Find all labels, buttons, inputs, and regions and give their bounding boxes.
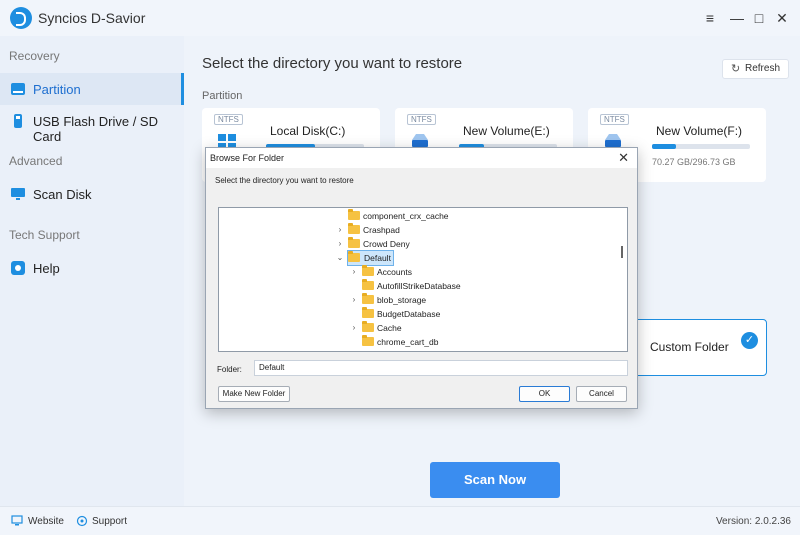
- disk-name: Local Disk(C:): [270, 124, 346, 138]
- partition-section-label: Partition: [202, 90, 243, 102]
- sidebar-heading-recovery: Recovery: [9, 49, 60, 63]
- tree-item-label: blob_storage: [377, 295, 427, 305]
- disk-name: New Volume(F:): [656, 124, 743, 138]
- chevron-right-icon[interactable]: ›: [349, 265, 359, 279]
- app-title: Syncios D-Savior: [38, 10, 146, 26]
- tree-item-label: Cache: [377, 323, 402, 333]
- ok-button[interactable]: OK: [519, 386, 570, 402]
- sidebar-item-label: Scan Disk: [33, 187, 92, 202]
- folder-tree[interactable]: component_crx_cache › Crashpad › Crowd D…: [218, 207, 628, 352]
- disk-name: New Volume(E:): [463, 124, 550, 138]
- tree-item-label: chrome_cart_db: [377, 337, 439, 347]
- chevron-right-icon[interactable]: ›: [335, 223, 345, 237]
- chevron-right-icon[interactable]: ›: [349, 321, 359, 335]
- scan-now-button[interactable]: Scan Now: [430, 462, 560, 498]
- website-link[interactable]: Website: [28, 516, 64, 527]
- support-link[interactable]: Support: [92, 516, 127, 527]
- folder-icon: [362, 265, 374, 276]
- folder-field-label: Folder:: [217, 365, 242, 374]
- dialog-description: Select the directory you want to restore: [215, 176, 354, 185]
- refresh-button[interactable]: Refresh: [721, 59, 789, 79]
- sidebar: Recovery Partition USB Flash Drive / SD …: [0, 36, 184, 506]
- folder-icon: [362, 307, 374, 318]
- sidebar-heading-advanced: Advanced: [9, 154, 63, 168]
- sidebar-item-label: Partition: [33, 82, 81, 97]
- sidebar-item-help[interactable]: Help: [0, 252, 184, 284]
- menu-icon[interactable]: ≡: [701, 9, 719, 27]
- partition-icon: [11, 83, 25, 95]
- sidebar-item-label: Help: [33, 261, 60, 276]
- cancel-button[interactable]: Cancel: [576, 386, 627, 402]
- tree-scrollbar-thumb[interactable]: [621, 246, 623, 258]
- folder-field[interactable]: Default: [254, 360, 628, 376]
- close-button[interactable]: ✕: [773, 9, 791, 27]
- tree-item-label: AutofillStrikeDatabase: [377, 281, 461, 291]
- sidebar-item-partition[interactable]: Partition: [0, 73, 184, 105]
- tree-item-label: component_crx_cache: [363, 211, 449, 221]
- status-bar: Website Support Version: 2.0.2.36: [0, 506, 800, 535]
- usb-icon: [14, 114, 22, 128]
- fs-badge: NTFS: [600, 114, 629, 125]
- dialog-close-icon[interactable]: ✕: [618, 150, 629, 166]
- folder-icon: [362, 335, 374, 346]
- chevron-right-icon[interactable]: ›: [335, 237, 345, 251]
- folder-icon: [348, 223, 360, 234]
- sidebar-item-label: USB Flash Drive / SD Card: [33, 114, 158, 144]
- title-bar: Syncios D-Savior ≡ — □ ✕: [0, 0, 800, 36]
- make-new-folder-button[interactable]: Make New Folder: [218, 386, 290, 402]
- help-icon: [11, 261, 25, 275]
- folder-icon: [362, 293, 374, 304]
- minimize-button[interactable]: —: [728, 9, 746, 27]
- sidebar-heading-tech-support: Tech Support: [9, 228, 80, 242]
- disk-usage-bar: [652, 144, 750, 149]
- disk-usage-fill: [652, 144, 676, 149]
- folder-icon: [348, 251, 360, 262]
- scan-disk-icon: [11, 188, 25, 200]
- browse-folder-dialog: Browse For Folder ✕ Select the directory…: [205, 147, 638, 409]
- fs-badge: NTFS: [407, 114, 436, 125]
- sidebar-item-scan-disk[interactable]: Scan Disk: [0, 178, 184, 210]
- tree-item-label: BudgetDatabase: [377, 309, 441, 319]
- folder-icon: [348, 237, 360, 248]
- folder-icon: [348, 209, 360, 220]
- chevron-down-icon[interactable]: ⌄: [335, 251, 345, 265]
- maximize-button[interactable]: □: [750, 9, 768, 27]
- dialog-title-bar: Browse For Folder ✕: [206, 148, 637, 168]
- folder-icon: [362, 279, 374, 290]
- page-title: Select the directory you want to restore: [202, 55, 463, 72]
- tree-item-label: Accounts: [377, 267, 412, 277]
- support-icon: [76, 515, 88, 527]
- sidebar-item-usb[interactable]: USB Flash Drive / SD Card: [0, 105, 184, 144]
- app-logo-icon: [10, 7, 32, 29]
- tree-item-label: Crashpad: [363, 225, 400, 235]
- dialog-title: Browse For Folder: [210, 153, 285, 163]
- fs-badge: NTFS: [214, 114, 243, 125]
- version-label: Version: 2.0.2.36: [715, 516, 791, 527]
- checkmark-icon: ✓: [741, 332, 758, 349]
- custom-folder-label: Custom Folder: [650, 340, 729, 354]
- monitor-icon: [11, 515, 23, 526]
- chevron-right-icon[interactable]: ›: [349, 293, 359, 307]
- folder-icon: [362, 321, 374, 332]
- disk-size: 70.27 GB/296.73 GB: [652, 157, 736, 167]
- tree-item-label: Crowd Deny: [363, 239, 410, 249]
